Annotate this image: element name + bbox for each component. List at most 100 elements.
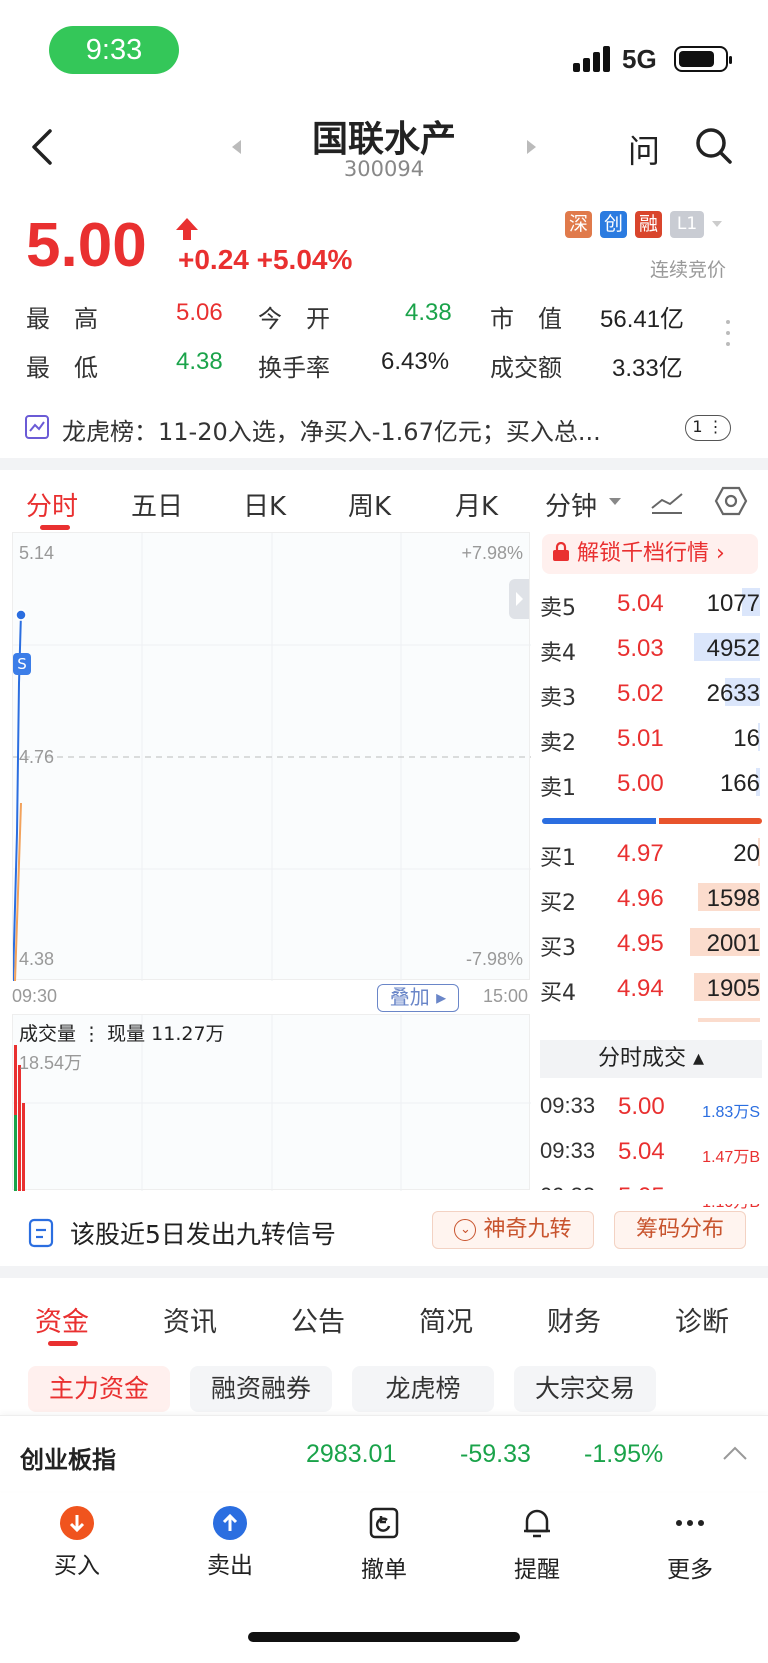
intraday-grid [13,533,531,981]
home-indicator [248,1632,520,1642]
trade-status: 连续竞价 [650,259,727,281]
status-time: 9:33 [49,26,179,74]
indicator-icon[interactable] [650,488,684,516]
buy-level-volume: 2001 [706,930,760,957]
tab-news[interactable]: 资讯 [163,1300,217,1339]
sell-level-volume: 4952 [706,635,760,662]
info-tab-indicator [48,1341,78,1346]
sell-level-label: 卖2 [540,731,576,756]
tick-volume: 1.83万S [702,1104,760,1121]
intraday-chart[interactable]: 5.14 4.76 4.38 +7.98% -7.98% S [12,532,531,981]
volume-label: 成交量 [19,1023,77,1045]
tick-volume: 1.47万B [702,1149,760,1166]
nav-buy[interactable]: 买入 [27,1506,127,1580]
settings-icon[interactable] [714,485,748,517]
bid-ask-ratio-bar [542,818,762,824]
nav-sell[interactable]: 卖出 [180,1506,280,1580]
battery-icon [674,46,732,72]
tab-diagnosis[interactable]: 诊断 [675,1300,729,1339]
index-value: 2983.01 [306,1440,397,1468]
chevron-up-icon[interactable] [722,1445,748,1461]
buy-level-label: 买3 [540,936,576,961]
minute-dropdown-icon[interactable] [609,498,621,505]
unlock-depth-button[interactable]: 解锁千档行情 › [542,534,758,574]
tab-daily-k[interactable]: 日K [243,486,286,523]
badge-level[interactable]: L1 [670,211,704,238]
volume-bar [18,1065,21,1191]
nav-buy-label: 买入 [54,1553,100,1579]
chip-distribution-button[interactable]: 筹码分布 [614,1211,746,1249]
badge-rong: 融 [635,211,662,238]
amount-label: 成交额 [490,354,562,382]
market-cap-value: 56.41亿 [600,306,685,333]
tab-five-day[interactable]: 五日 [131,486,183,523]
longhubang-count-value: 1 [692,417,703,436]
high-value: 5.06 [176,299,223,326]
overlay-button[interactable]: 叠加 ▸ [377,984,459,1012]
badge-shen: 深 [565,211,592,238]
nav-more[interactable]: 更多 [640,1506,740,1584]
magic-nine-button[interactable]: ⌄ 神奇九转 [432,1211,594,1249]
longhubang-count[interactable]: 1 ⋮ [685,415,731,441]
buy-level-price: 4.96 [617,885,664,912]
tab-announcements[interactable]: 公告 [291,1300,345,1339]
tab-profile[interactable]: 简况 [419,1300,473,1339]
tab-intraday[interactable]: 分时 [26,486,78,523]
nav-alert[interactable]: 提醒 [487,1506,587,1584]
chart-trend-icon [25,415,49,439]
badge-chuang: 创 [600,211,627,238]
nine-signal-text[interactable]: 该股近5日发出九转信号 [70,1215,336,1251]
bell-icon [524,1509,550,1538]
chip-main-funds[interactable]: 主力资金 [28,1366,170,1412]
chip-margin[interactable]: 融资融券 [190,1366,332,1412]
sell-level-price: 5.03 [617,635,664,662]
market-cap-label: 市 值 [490,305,562,333]
chip-block-trade[interactable]: 大宗交易 [514,1366,656,1412]
index-name: 创业板指 [20,1446,116,1474]
sell-marker[interactable]: S [13,653,31,675]
level-dropdown-icon[interactable] [712,221,722,227]
tab-weekly-k[interactable]: 周K [348,486,391,523]
tab-monthly-k[interactable]: 月K [455,486,498,523]
tab-minute[interactable]: 分钟 [545,486,597,523]
ticks-header[interactable]: 分时成交 ▴ [540,1040,762,1078]
more-icon [676,1520,704,1526]
sell-level-price: 5.00 [617,770,664,797]
turnover-value: 6.43% [381,348,450,375]
lock-icon [553,541,569,561]
notice-icon [28,1218,54,1248]
sell-level-label: 卖4 [540,641,576,666]
tick-price: 5.00 [618,1093,665,1120]
buy-level-volume: 20 [733,840,760,867]
chip-longhubang[interactable]: 龙虎榜 [352,1366,494,1412]
sell-level-price: 5.01 [617,725,664,752]
divider [0,1266,768,1278]
sell-level-volume: 1077 [706,590,760,617]
tab-finance[interactable]: 财务 [547,1300,601,1339]
amount-value: 3.33亿 [612,355,683,382]
more-vertical-icon[interactable] [726,320,730,353]
expand-order-book-button[interactable] [509,579,529,619]
low-value: 4.38 [176,348,223,375]
buy-level-label: 买1 [540,846,576,871]
tab-funds[interactable]: 资金 [35,1300,89,1339]
volume-chart[interactable]: 成交量 ⋮ 现量 11.27万 18.54万 [12,1014,531,1191]
buy-level-price: 4.95 [617,930,664,957]
tick-price: 5.04 [618,1138,665,1165]
search-icon[interactable] [694,126,734,166]
next-stock-icon[interactable] [527,140,536,154]
volume-bar [14,1115,17,1191]
up-arrow-icon [176,218,198,240]
sell-level-label: 卖1 [540,776,576,801]
tick-time: 09:33 [540,1093,596,1118]
volume-bar [22,1103,25,1191]
buy-level-price: 4.94 [617,975,664,1002]
buy-level-price: 4.97 [617,840,664,867]
ask-button[interactable]: 问 [628,126,660,172]
longhubang-text[interactable]: 龙虎榜：11-20入选，净买入-1.67亿元；买入总... [62,412,601,447]
index-change: -59.33 [460,1440,531,1468]
nav-cancel-order[interactable]: 撤单 [334,1506,434,1584]
price-change: +0.24 +5.04% [178,244,353,275]
volume-current: 现量 11.27万 [107,1023,225,1045]
ticks-header-label: 分时成交 [597,1046,686,1071]
